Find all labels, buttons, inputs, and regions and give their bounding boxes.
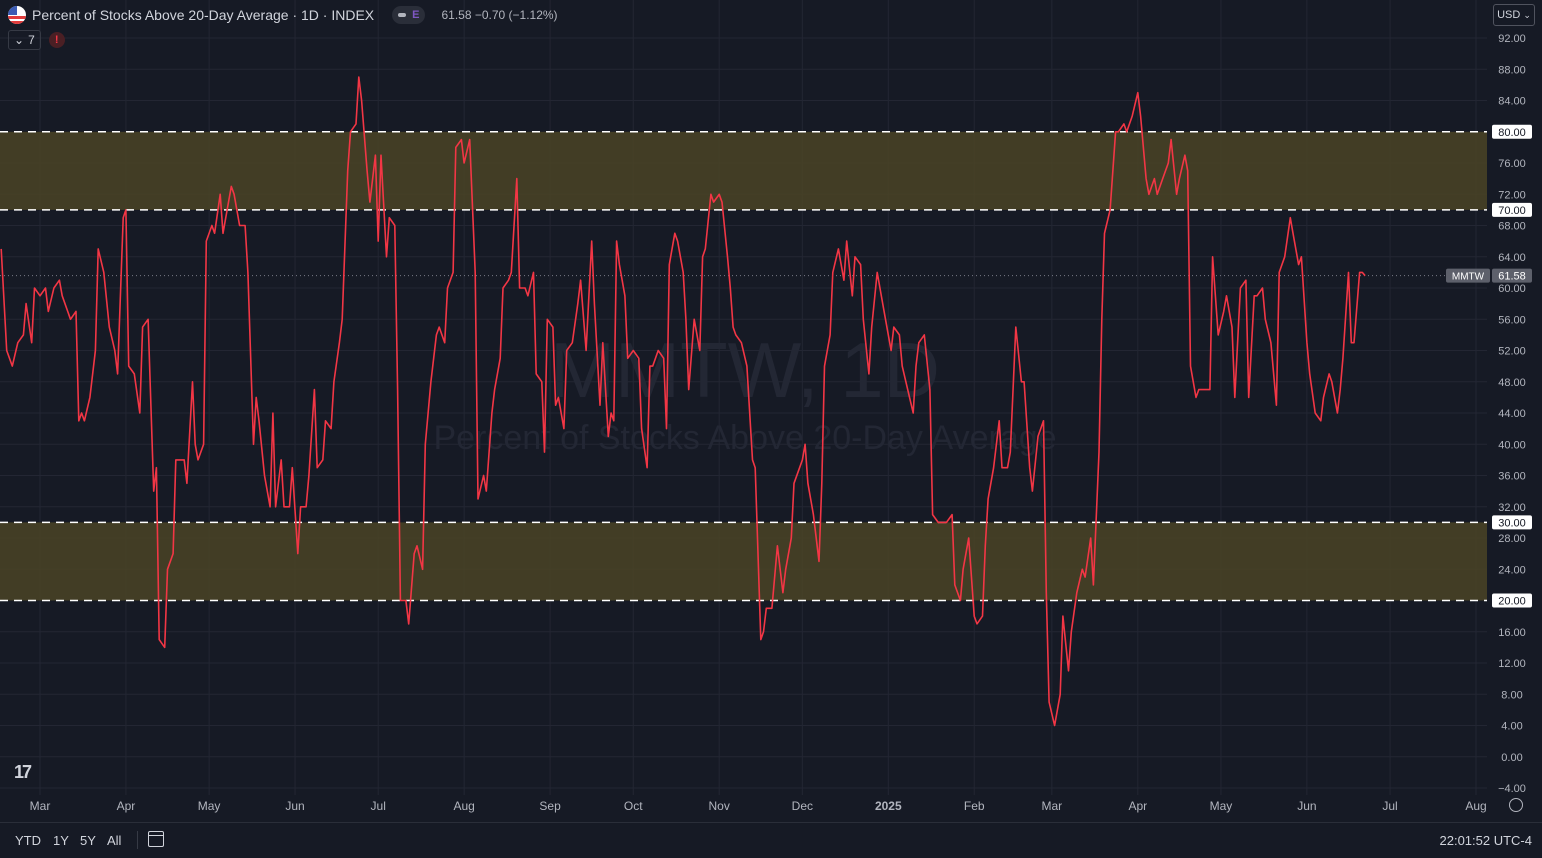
- x-tick-label: May: [1210, 799, 1233, 813]
- x-tick-label: Sep: [539, 799, 561, 813]
- minus-icon: [398, 13, 407, 17]
- us-flag-icon: [8, 6, 26, 24]
- x-tick-label: Mar: [1042, 799, 1063, 813]
- ohlc-values: 61.58 −0.70 (−1.12%): [441, 8, 558, 22]
- x-tick-label: Jul: [1382, 799, 1397, 813]
- symbol-tag-label: MMTW: [1452, 272, 1485, 283]
- y-tick-label: 80.00: [1498, 127, 1526, 139]
- y-tick-label: 56.00: [1498, 314, 1526, 326]
- pill-letter: E: [412, 9, 420, 21]
- x-tick-label: Feb: [964, 799, 985, 813]
- y-tick-label: 92.00: [1498, 33, 1526, 45]
- chart-header: Percent of Stocks Above 20-Day Average ·…: [8, 4, 558, 26]
- y-tick-label: 68.00: [1498, 221, 1526, 233]
- x-tick-label: Aug: [1465, 799, 1486, 813]
- y-tick-label: 64.00: [1498, 252, 1526, 264]
- band-zone: [0, 131, 1487, 210]
- y-tick-label: 40.00: [1498, 439, 1526, 451]
- y-tick-label: 60.00: [1498, 283, 1526, 295]
- bottom-toolbar: YTD 1Y 5Y All 22:01:52 UTC-4: [0, 822, 1542, 858]
- clock-timezone[interactable]: 22:01:52 UTC-4: [1440, 833, 1533, 848]
- range-5y-button[interactable]: 5Y: [80, 833, 96, 848]
- x-tick-label: Aug: [453, 799, 474, 813]
- x-tick-label: Dec: [792, 799, 813, 813]
- y-tick-label: 88.00: [1498, 64, 1526, 76]
- y-tick-label: 24.00: [1498, 564, 1526, 576]
- range-all-button[interactable]: All: [107, 833, 121, 848]
- currency-selector[interactable]: USD ⌄: [1493, 4, 1535, 26]
- range-1y-button[interactable]: 1Y: [53, 833, 69, 848]
- symbol-title[interactable]: Percent of Stocks Above 20-Day Average ·…: [32, 7, 374, 23]
- y-tick-label: 4.00: [1501, 721, 1522, 733]
- x-tick-label: Nov: [709, 799, 730, 813]
- y-tick-label: −4.00: [1498, 783, 1526, 795]
- indicators-toggle-button[interactable]: ⌄ 7: [8, 30, 41, 50]
- x-tick-label: Apr: [117, 799, 136, 813]
- currency-label: USD: [1497, 9, 1521, 21]
- y-tick-label: 52.00: [1498, 346, 1526, 358]
- settings-gear-icon[interactable]: [1509, 798, 1523, 812]
- y-tick-label: 8.00: [1501, 689, 1522, 701]
- y-tick-label: 28.00: [1498, 533, 1526, 545]
- indicator-bar: ⌄ 7 !: [8, 30, 65, 50]
- y-tick-label: 70.00: [1498, 205, 1526, 217]
- watermark-symbol: MMTW, 1D: [550, 326, 940, 414]
- x-tick-label: Jun: [285, 799, 304, 813]
- y-tick-label: 12.00: [1498, 658, 1526, 670]
- y-tick-label: 20.00: [1498, 596, 1526, 608]
- x-tick-label: Mar: [30, 799, 51, 813]
- chevron-down-icon: ⌄: [14, 33, 25, 47]
- y-tick-label: 36.00: [1498, 471, 1526, 483]
- y-tick-label: 76.00: [1498, 158, 1526, 170]
- watermark-name: Percent of Stocks Above 20-Day Average: [433, 419, 1056, 457]
- y-tick-label: 44.00: [1498, 408, 1526, 420]
- y-tick-label: 48.00: [1498, 377, 1526, 389]
- chevron-down-icon: ⌄: [1523, 9, 1531, 20]
- exchange-pill[interactable]: E: [392, 6, 426, 24]
- x-tick-label: Apr: [1128, 799, 1147, 813]
- y-tick-label: 84.00: [1498, 96, 1526, 108]
- warning-icon[interactable]: !: [48, 32, 65, 48]
- indicator-count: 7: [28, 33, 35, 47]
- y-tick-label: 72.00: [1498, 189, 1526, 201]
- band-zone: [0, 522, 1487, 601]
- last-value-label: 61.58: [1498, 271, 1526, 283]
- x-tick-label: Jun: [1297, 799, 1316, 813]
- calendar-goto-icon[interactable]: [148, 831, 164, 847]
- toolbar-divider: [137, 831, 138, 849]
- y-tick-label: 16.00: [1498, 627, 1526, 639]
- x-tick-label: Oct: [624, 799, 643, 813]
- y-tick-label: 0.00: [1501, 752, 1522, 764]
- y-tick-label: 30.00: [1498, 517, 1526, 529]
- chart[interactable]: MMTW, 1D Percent of Stocks Above 20-Day A…: [0, 0, 1542, 857]
- y-tick-label: 32.00: [1498, 502, 1526, 514]
- tradingview-logo-icon[interactable]: 17: [14, 762, 32, 783]
- x-tick-label: Jul: [371, 799, 386, 813]
- x-tick-label: May: [198, 799, 221, 813]
- range-ytd-button[interactable]: YTD: [15, 833, 41, 848]
- x-tick-label: 2025: [875, 799, 902, 813]
